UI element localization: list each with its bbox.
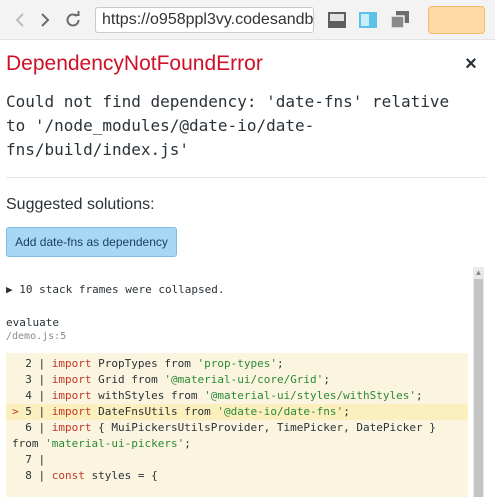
windows-icon[interactable] [390,10,410,30]
code-line: from 'material-ui-pickers'; [6,436,468,452]
code-text: PropTypes from [91,357,198,370]
frame-function-name: evaluate [6,316,59,329]
reload-icon[interactable] [61,8,85,32]
line-marker [12,357,25,370]
line-separator: | [31,469,52,482]
stack-frames: ▶ 10 stack frames were collapsed. evalua… [0,267,495,497]
code-keyword: import [51,421,92,434]
line-separator: | [31,405,52,418]
code-text: ; [323,373,330,386]
code-text: ; [184,437,191,450]
code-string: '@date-io/date-fns' [217,405,344,418]
code-text: withStyles from [91,389,205,402]
line-marker: > [12,405,26,418]
frame-location[interactable]: /demo.js:5 [6,331,66,342]
line-separator: | [31,357,52,370]
line-marker [12,373,25,386]
code-text: Grid from [91,373,165,386]
code-string: '@material-ui/styles/withStyles' [204,389,417,402]
line-number: 3 [25,373,32,386]
code-string: 'prop-types' [197,357,277,370]
code-text: { MuiPickersUtilsProvider, TimePicker, D… [91,421,436,434]
layout-left-icon[interactable] [327,10,347,30]
code-line: 6 | import { MuiPickersUtilsProvider, Ti… [6,420,468,436]
line-number: 8 [25,469,32,482]
line-number: 2 [25,357,32,370]
code-text: ; [416,389,423,402]
line-number: 7 [25,453,32,466]
suggestions-title: Suggested solutions: [6,196,155,213]
line-marker [12,421,25,434]
layout-split-icon[interactable] [358,10,378,30]
scroll-thumb[interactable] [474,279,483,497]
error-overlay: DependencyNotFoundError × Could not find… [0,41,495,497]
error-title: DependencyNotFoundError [6,52,263,75]
code-keyword: import [51,405,92,418]
collapsed-frames-toggle[interactable]: ▶ 10 stack frames were collapsed. [6,283,225,296]
extension-button[interactable] [428,6,485,34]
line-number: 4 [25,389,32,402]
line-separator: | [31,421,52,434]
code-keyword: import [51,389,92,402]
line-marker [12,389,25,402]
line-separator: | [31,453,52,466]
browser-toolbar: https://o958ppl3vy.codesandbox.io/ [0,0,495,40]
code-text: styles = { [84,469,158,482]
code-line: 8 | const styles = { [6,468,468,484]
back-arrow-icon[interactable] [8,8,32,32]
code-keyword: import [51,373,92,386]
code-text: DateFnsUtils from [91,405,218,418]
code-text: from [12,437,46,450]
close-button[interactable]: × [461,54,481,74]
line-number: 6 [25,421,32,434]
scroll-up-icon[interactable]: ▲ [473,268,484,278]
line-separator: | [31,373,52,386]
forward-arrow-icon[interactable] [33,8,57,32]
code-line: > 5 | import DateFnsUtils from '@date-io… [6,404,468,420]
code-line: 2 | import PropTypes from 'prop-types'; [6,356,468,372]
divider [6,177,486,178]
error-message: Could not find dependency: 'date-fns' re… [6,92,459,159]
scrollbar[interactable]: ▲ [473,267,484,497]
line-marker [12,453,25,466]
code-snippet: 2 | import PropTypes from 'prop-types'; … [6,353,468,497]
code-string: 'material-ui-pickers' [45,437,185,450]
code-text: ; [276,357,284,370]
line-marker [12,469,25,482]
code-string: '@material-ui/core/Grid' [164,373,324,386]
line-separator: | [31,389,52,402]
code-keyword: const [51,469,85,482]
url-field[interactable]: https://o958ppl3vy.codesandbox.io/ [95,7,314,33]
code-line: 7 | [6,452,468,468]
add-dependency-button[interactable]: Add date-fns as dependency [6,227,177,257]
code-line: 4 | import withStyles from '@material-ui… [6,388,468,404]
code-text: ; [343,405,350,418]
code-line: 3 | import Grid from '@material-ui/core/… [6,372,468,388]
code-keyword: import [51,357,92,370]
line-number: 5 [25,405,32,418]
